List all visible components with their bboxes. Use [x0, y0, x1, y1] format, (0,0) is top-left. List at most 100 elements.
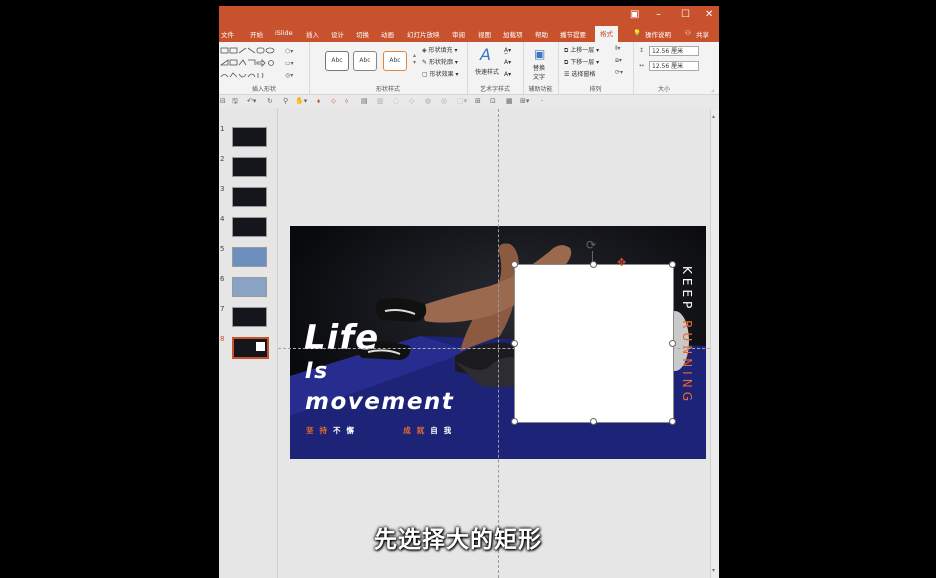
tell-me-search[interactable]: 操作说明 — [645, 29, 671, 39]
text-effects-icon[interactable]: A▾ — [504, 71, 511, 78]
ribbon-display-options-icon[interactable]: ▣ — [630, 9, 639, 20]
shape-effects-label: 形状效果 — [429, 71, 454, 78]
tool-icon-9[interactable]: ◇ — [409, 97, 414, 105]
shape-fill-label: 形状填充 — [428, 47, 453, 54]
ribbon-format: ⬡▾ ▭▾ ◎▾ 插入形状 Abc Abc Abc ▴ ▾ ◈ 形状填充 ▾ ✎ … — [219, 42, 719, 95]
panel-icon[interactable]: ⊟ — [220, 97, 226, 105]
slide-thumb-7[interactable] — [232, 307, 267, 327]
tool-icon-4[interactable]: ⬦ — [331, 97, 336, 106]
tool-icon-11[interactable]: ◎ — [441, 97, 447, 105]
tool-icon-16[interactable]: ⊞▾ — [520, 97, 529, 105]
customize-qat-icon[interactable]: ⋅ — [541, 97, 543, 105]
shape-outline-button[interactable]: ✎ 形状轮廓 ▾ — [422, 57, 458, 66]
tool-icon-1[interactable]: ⚲ — [283, 97, 288, 105]
tab-format[interactable]: 格式 — [595, 26, 618, 42]
slogan-part-4: 自我 — [430, 426, 458, 435]
styles-scroll-icon[interactable]: ▴ ▾ — [413, 52, 416, 66]
slide-thumb-8[interactable] — [232, 337, 269, 359]
tab-animations[interactable]: 动画 — [381, 29, 394, 39]
save-icon[interactable]: 🖫 — [232, 97, 238, 108]
tab-help[interactable]: 帮助 — [535, 29, 548, 39]
share-button[interactable]: 共享 — [696, 29, 709, 39]
slide-thumb-6[interactable] — [232, 277, 267, 297]
tool-icon-3[interactable]: ⬧ — [317, 97, 320, 106]
tool-icon-5[interactable]: ⬨ — [345, 97, 348, 106]
tool-icon-13[interactable]: ⊞ — [475, 97, 481, 105]
text-box-icon[interactable]: ▭▾ — [285, 60, 294, 67]
alt-text-button[interactable]: 替换 文字 — [533, 63, 545, 81]
tab-storyboard[interactable]: 播节提要 — [560, 29, 586, 39]
slide-thumb-4[interactable] — [232, 217, 267, 237]
send-backward-button[interactable]: ⧉ 下移一层 ▾ — [564, 57, 599, 67]
shape-effects-button[interactable]: ▢ 形状效果 ▾ — [422, 69, 459, 78]
width-input[interactable]: 12.56 厘米 — [649, 61, 699, 71]
bring-forward-button[interactable]: ⧉ 上移一层 ▾ — [564, 45, 599, 55]
tab-design[interactable]: 设计 — [331, 29, 344, 39]
tab-insert[interactable]: 插入 — [306, 29, 319, 39]
undo-icon[interactable]: ↶▾ — [247, 97, 256, 105]
slide-number: 7 — [220, 305, 225, 313]
height-input[interactable]: 12.56 厘米 — [649, 46, 699, 56]
height-icon: ↕ — [639, 47, 645, 54]
size-dialog-launcher-icon[interactable]: ⌟ — [711, 86, 714, 93]
tab-slideshow[interactable]: 幻灯片放映 — [407, 29, 440, 39]
quick-styles-icon[interactable]: A — [480, 45, 491, 64]
group-label-insert-shapes: 插入形状 — [251, 86, 276, 93]
accessibility-group: ▣ 替换 文字 辅助功能 — [523, 42, 559, 94]
tab-islide[interactable]: iSlide — [275, 29, 293, 37]
tool-icon-7[interactable]: ▥ — [377, 97, 384, 105]
tab-view[interactable]: 视图 — [478, 29, 491, 39]
shape-style-2[interactable]: Abc — [353, 51, 377, 71]
redo-icon[interactable]: ↻ — [267, 97, 273, 105]
keep-running-vertical: KEEP RUNNING — [680, 266, 694, 405]
width-icon: ↔ — [639, 62, 645, 69]
group-objects-icon[interactable]: ⧇▾ — [615, 57, 622, 65]
tab-review[interactable]: 审阅 — [452, 29, 465, 39]
tool-icon-8[interactable]: ◌ — [393, 97, 399, 105]
scroll-down-icon[interactable]: ▾ — [712, 567, 715, 574]
slide-title-life: Life — [304, 318, 380, 358]
slide-thumb-2[interactable] — [232, 157, 267, 177]
scroll-up-icon[interactable]: ▴ — [712, 113, 715, 120]
slogan-part-1: 坚持 — [306, 426, 333, 435]
alt-text-icon[interactable]: ▣ — [534, 47, 545, 61]
shape-gallery-icon[interactable] — [219, 46, 283, 80]
rotate-icon[interactable]: ⟳▾ — [615, 69, 623, 76]
tab-addins[interactable]: 加载项 — [503, 29, 523, 39]
tool-icon-2[interactable]: ✋▾ — [295, 97, 307, 105]
close-icon[interactable]: ✕ — [705, 9, 713, 20]
tool-icon-14[interactable]: ⊡ — [490, 97, 496, 105]
text-outline-icon[interactable]: A▾ — [504, 59, 511, 66]
maximize-icon[interactable]: ☐ — [681, 9, 690, 20]
tool-icon-12[interactable]: ⬚▾ — [457, 97, 467, 105]
edit-shape-icon[interactable]: ⬡▾ — [285, 48, 293, 55]
minimize-icon[interactable]: – — [656, 9, 661, 20]
slide-number: 5 — [220, 245, 225, 253]
tool-icon-15[interactable]: ▦ — [506, 97, 513, 105]
vertical-scrollbar[interactable]: ▴ ▾ — [710, 109, 719, 578]
tab-transitions[interactable]: 切换 — [356, 29, 369, 39]
shape-outline-label: 形状轮廓 — [428, 59, 453, 66]
text-fill-icon[interactable]: A̲▾ — [504, 47, 511, 54]
merge-shapes-icon[interactable]: ◎▾ — [285, 72, 293, 79]
tool-icon-6[interactable]: ▤ — [361, 97, 368, 105]
slogan-part-2: 不懈 — [333, 426, 360, 435]
selection-pane-button[interactable]: ☰ 选择窗格 — [564, 69, 595, 78]
shape-fill-button[interactable]: ◈ 形状填充 ▾ — [422, 45, 457, 54]
tab-file[interactable]: 文件 — [221, 29, 234, 39]
shape-style-1[interactable]: Abc — [325, 51, 349, 71]
paint-bucket-icon: ◈ — [422, 47, 427, 54]
effects-icon: ▢ — [422, 71, 428, 78]
tool-icon-10[interactable]: ◍ — [425, 97, 431, 105]
selection-pane-icon: ☰ — [564, 71, 570, 78]
size-group: ↕ 12.56 厘米 ↔ 12.56 厘米 大小 — [633, 42, 699, 94]
tab-home[interactable]: 开始 — [250, 29, 263, 39]
slide-thumb-5[interactable] — [232, 247, 267, 267]
quick-styles-button[interactable]: 快速样式 — [475, 67, 499, 76]
shape-style-3[interactable]: Abc — [383, 51, 407, 71]
slide-number: 6 — [220, 275, 225, 283]
align-icon[interactable]: ⫴▾ — [615, 45, 621, 53]
slide-thumb-3[interactable] — [232, 187, 267, 207]
slide-thumb-1[interactable] — [232, 127, 267, 147]
arrange-group: ⧉ 上移一层 ▾ ⧉ 下移一层 ▾ ☰ 选择窗格 ⫴▾ ⧇▾ ⟳▾ 排列 — [558, 42, 634, 94]
